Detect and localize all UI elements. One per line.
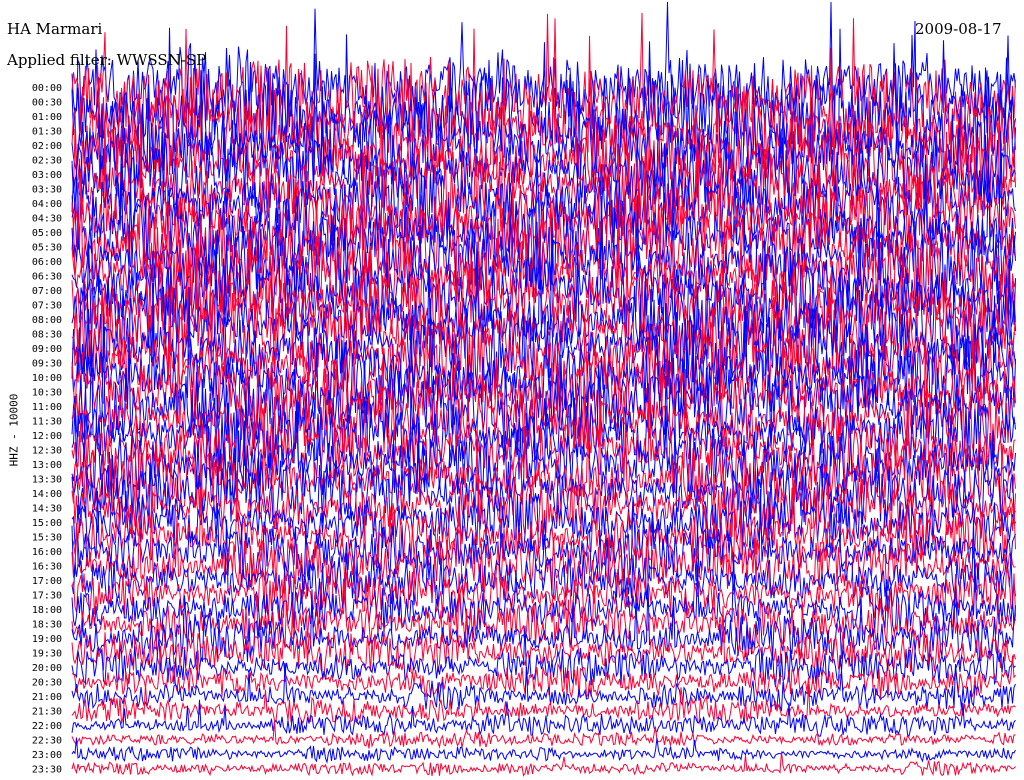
row-time-label: 04:30 [32, 214, 62, 225]
row-time-label: 16:30 [32, 562, 62, 573]
row-time-label: 21:30 [32, 707, 62, 718]
row-time-label: 06:00 [32, 257, 62, 268]
row-time-label: 08:30 [32, 330, 62, 341]
row-time-label: 12:00 [32, 431, 62, 442]
row-time-label: 03:00 [32, 170, 62, 181]
row-time-label: 01:30 [32, 127, 62, 138]
row-time-label: 18:30 [32, 620, 62, 631]
row-time-label: 09:30 [32, 359, 62, 370]
row-time-label: 04:00 [32, 199, 62, 210]
row-time-label: 18:00 [32, 605, 62, 616]
row-time-label: 22:30 [32, 736, 62, 747]
record-date: 2009-08-17 [915, 20, 1002, 38]
row-time-label: 11:00 [32, 402, 62, 413]
row-time-label: 21:00 [32, 692, 62, 703]
row-time-label: 08:00 [32, 315, 62, 326]
row-time-label: 11:30 [32, 417, 62, 428]
row-time-label: 17:30 [32, 591, 62, 602]
applied-filter: Applied filter: WWSSN-SP [7, 51, 207, 69]
row-time-label: 10:00 [32, 373, 62, 384]
row-time-label: 02:30 [32, 156, 62, 167]
row-time-label: 13:30 [32, 475, 62, 486]
seismic-trace [71, 699, 1016, 737]
row-time-label: 14:00 [32, 489, 62, 500]
row-time-label: 19:30 [32, 649, 62, 660]
row-time-label: 02:00 [32, 141, 62, 152]
row-time-label: 00:00 [32, 83, 62, 94]
row-time-label: 23:30 [32, 765, 62, 776]
station-name: HA Marmari [7, 20, 103, 38]
row-time-label: 09:00 [32, 344, 62, 355]
helicorder-plot: 00:00 00:30 01:00 01:30 02:00 02:30 03:00 03:30… [32, 1, 1016, 777]
row-time-label: 03:30 [32, 185, 62, 196]
row-time-label: 07:00 [32, 286, 62, 297]
row-time-label: 17:00 [32, 576, 62, 587]
seismic-trace [71, 720, 1016, 749]
row-time-label: 10:30 [32, 388, 62, 399]
seismic-trace [71, 683, 1016, 725]
row-time-label: 05:00 [32, 228, 62, 239]
row-time-label: 06:30 [32, 272, 62, 283]
row-time-label: 15:30 [32, 533, 62, 544]
row-time-label: 00:30 [32, 98, 62, 109]
row-time-label: 01:00 [32, 112, 62, 123]
row-time-label: 16:00 [32, 547, 62, 558]
row-time-label: 14:30 [32, 504, 62, 515]
row-time-label: 23:00 [32, 750, 62, 761]
row-time-label: 15:00 [32, 518, 62, 529]
row-time-label: 22:00 [32, 721, 62, 732]
row-time-label: 20:00 [32, 663, 62, 674]
row-time-label: 13:00 [32, 460, 62, 471]
row-time-label: 07:30 [32, 301, 62, 312]
row-time-label: 20:30 [32, 678, 62, 689]
row-time-label: 12:30 [32, 446, 62, 457]
row-time-label: 05:30 [32, 243, 62, 254]
row-time-label: 19:00 [32, 634, 62, 645]
